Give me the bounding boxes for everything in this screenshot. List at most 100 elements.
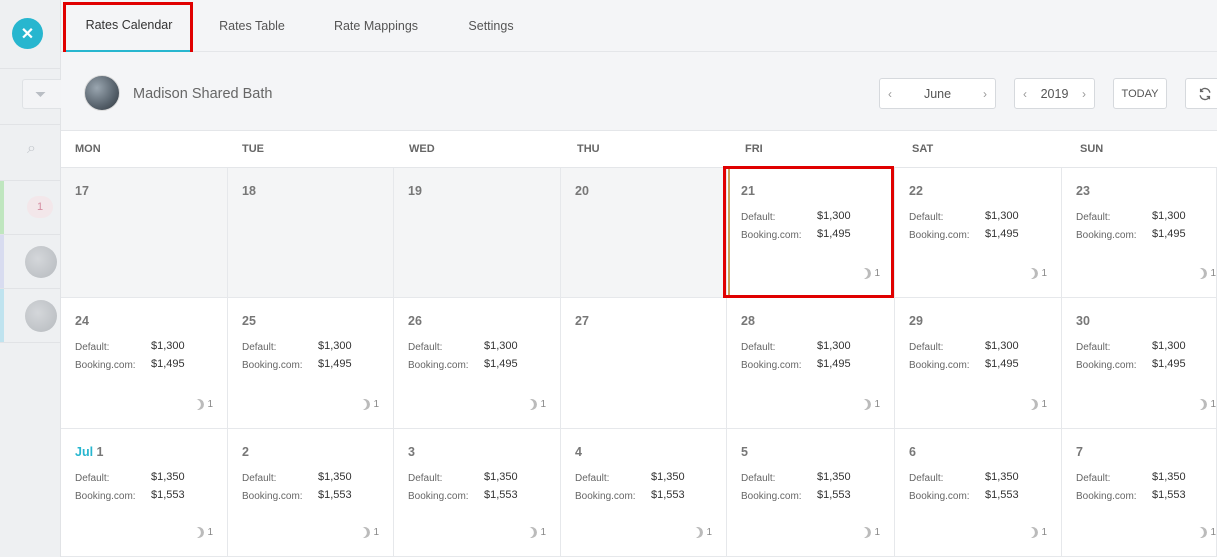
min-nights: 1 xyxy=(1027,268,1047,279)
calendar-day-cell[interactable]: 24 Default: $1,300 Booking.com: $1,495 1 xyxy=(61,298,228,429)
day-number-value: 20 xyxy=(575,184,589,198)
min-nights-value: 1 xyxy=(1041,527,1047,538)
min-nights: 1 xyxy=(1196,268,1216,279)
min-nights-value: 1 xyxy=(1210,527,1216,538)
calendar-day-cell[interactable]: 3 Default: $1,350 Booking.com: $1,553 1 xyxy=(394,429,561,557)
property-name: Madison Shared Bath xyxy=(133,86,273,102)
default-rate-label: Default: xyxy=(75,473,110,484)
calendar-day-cell[interactable]: 29 Default: $1,300 Booking.com: $1,495 1 xyxy=(895,298,1062,429)
booking-rate-label: Booking.com: xyxy=(408,360,469,371)
min-nights-value: 1 xyxy=(1210,268,1216,279)
min-nights-value: 1 xyxy=(874,268,880,279)
moon-icon xyxy=(192,525,206,539)
day-number-value: 30 xyxy=(1076,314,1090,328)
min-nights: 1 xyxy=(526,399,546,410)
tab-rate-mappings[interactable]: Rate Mappings xyxy=(323,0,429,52)
moon-icon xyxy=(859,525,873,539)
calendar-day-cell[interactable]: 21 Default: $1,300 Booking.com: $1,495 1 xyxy=(727,168,895,298)
tab-rates-calendar[interactable]: Rates Calendar xyxy=(65,0,193,52)
default-rate-label: Default: xyxy=(575,473,610,484)
day-number: 2 xyxy=(242,445,249,459)
day-number: 4 xyxy=(575,445,582,459)
day-number-value: 27 xyxy=(575,314,589,328)
default-rate-value: $1,350 xyxy=(985,471,1019,483)
calendar-day-cell: 17 xyxy=(61,168,228,298)
default-rate-label: Default: xyxy=(242,342,277,353)
filter-icon[interactable]: ⏷ xyxy=(22,79,62,109)
tab-rates-table[interactable]: Rates Table xyxy=(209,0,295,52)
booking-rate-value: $1,495 xyxy=(817,358,851,370)
min-nights-value: 1 xyxy=(540,527,546,538)
day-number: 29 xyxy=(909,314,923,328)
day-number-value: 3 xyxy=(408,445,415,459)
calendar-day-cell[interactable]: 27 xyxy=(561,298,727,429)
calendar-day-cell[interactable]: 25 Default: $1,300 Booking.com: $1,495 1 xyxy=(228,298,394,429)
moon-icon xyxy=(691,525,705,539)
default-rate-label: Default: xyxy=(909,342,944,353)
min-nights-value: 1 xyxy=(373,527,379,538)
weekday-label: MON xyxy=(75,143,101,155)
left-panel: ⏷ ⌕ 1 xyxy=(0,0,62,557)
calendar-day-cell[interactable]: 2 Default: $1,350 Booking.com: $1,553 1 xyxy=(228,429,394,557)
chevron-right-icon[interactable]: › xyxy=(975,87,995,101)
day-number-value: 1 xyxy=(96,445,104,459)
default-rate-label: Default: xyxy=(408,473,443,484)
day-number: 6 xyxy=(909,445,916,459)
calendar-day-cell[interactable]: 30 Default: $1,300 Booking.com: $1,495 1 xyxy=(1062,298,1217,429)
min-nights: 1 xyxy=(526,527,546,538)
today-button[interactable]: TODAY xyxy=(1113,78,1167,109)
booking-rate-value: $1,495 xyxy=(151,358,185,370)
calendar-day-cell[interactable]: 4 Default: $1,350 Booking.com: $1,553 1 xyxy=(561,429,727,557)
calendar-day-cell[interactable]: 26 Default: $1,300 Booking.com: $1,495 1 xyxy=(394,298,561,429)
day-number: 30 xyxy=(1076,314,1090,328)
calendar-day-cell: 19 xyxy=(394,168,561,298)
moon-icon xyxy=(1195,397,1209,411)
calendar-header: Madison Shared Bath ‹ June › ‹ 2019 › TO… xyxy=(61,52,1217,131)
search-icon[interactable]: ⌕ xyxy=(27,140,36,158)
min-nights-value: 1 xyxy=(1041,399,1047,410)
day-number: Jul 1 xyxy=(75,445,104,459)
divider xyxy=(0,124,61,125)
default-rate-value: $1,300 xyxy=(1152,340,1186,352)
min-nights-value: 1 xyxy=(207,527,213,538)
close-icon: ✕ xyxy=(20,25,35,43)
chevron-left-icon[interactable]: ‹ xyxy=(880,87,900,101)
moon-icon xyxy=(1026,525,1040,539)
refresh-button[interactable] xyxy=(1185,78,1217,109)
default-rate-value: $1,300 xyxy=(817,340,851,352)
tab-bar: Rates Calendar Rates Table Rate Mappings… xyxy=(61,0,1217,52)
min-nights-value: 1 xyxy=(373,399,379,410)
booking-rate-value: $1,553 xyxy=(651,489,685,501)
calendar-day-cell[interactable]: 23 Default: $1,300 Booking.com: $1,495 1 xyxy=(1062,168,1217,298)
booking-rate-label: Booking.com: xyxy=(909,230,970,241)
close-button[interactable]: ✕ xyxy=(12,18,43,49)
day-number: 20 xyxy=(575,184,589,198)
day-number: 18 xyxy=(242,184,256,198)
day-number: 5 xyxy=(741,445,748,459)
default-rate-label: Default: xyxy=(909,473,944,484)
min-nights: 1 xyxy=(692,527,712,538)
month-picker: ‹ June › xyxy=(879,78,996,109)
default-rate-value: $1,300 xyxy=(151,340,185,352)
chevron-right-icon[interactable]: › xyxy=(1074,87,1094,101)
moon-icon xyxy=(192,397,206,411)
booking-rate-value: $1,495 xyxy=(985,358,1019,370)
calendar-day-cell[interactable]: 5 Default: $1,350 Booking.com: $1,553 1 xyxy=(727,429,895,557)
chevron-left-icon[interactable]: ‹ xyxy=(1015,87,1035,101)
default-rate-value: $1,300 xyxy=(1152,210,1186,222)
booking-rate-label: Booking.com: xyxy=(741,360,802,371)
calendar-day-cell: 18 xyxy=(228,168,394,298)
calendar-day-cell[interactable]: 6 Default: $1,350 Booking.com: $1,553 1 xyxy=(895,429,1062,557)
calendar-day-cell[interactable]: 22 Default: $1,300 Booking.com: $1,495 1 xyxy=(895,168,1062,298)
calendar-day-cell[interactable]: Jul 1 Default: $1,350 Booking.com: $1,553 1 xyxy=(61,429,228,557)
booking-rate-label: Booking.com: xyxy=(242,360,303,371)
tab-settings[interactable]: Settings xyxy=(457,0,525,52)
day-number: 23 xyxy=(1076,184,1090,198)
booking-rate-label: Booking.com: xyxy=(242,491,303,502)
day-number: 24 xyxy=(75,314,89,328)
day-number-value: 6 xyxy=(909,445,916,459)
booking-rate-label: Booking.com: xyxy=(741,491,802,502)
booking-rate-value: $1,495 xyxy=(1152,228,1186,240)
calendar-day-cell[interactable]: 7 Default: $1,350 Booking.com: $1,553 1 xyxy=(1062,429,1217,557)
calendar-day-cell[interactable]: 28 Default: $1,300 Booking.com: $1,495 1 xyxy=(727,298,895,429)
